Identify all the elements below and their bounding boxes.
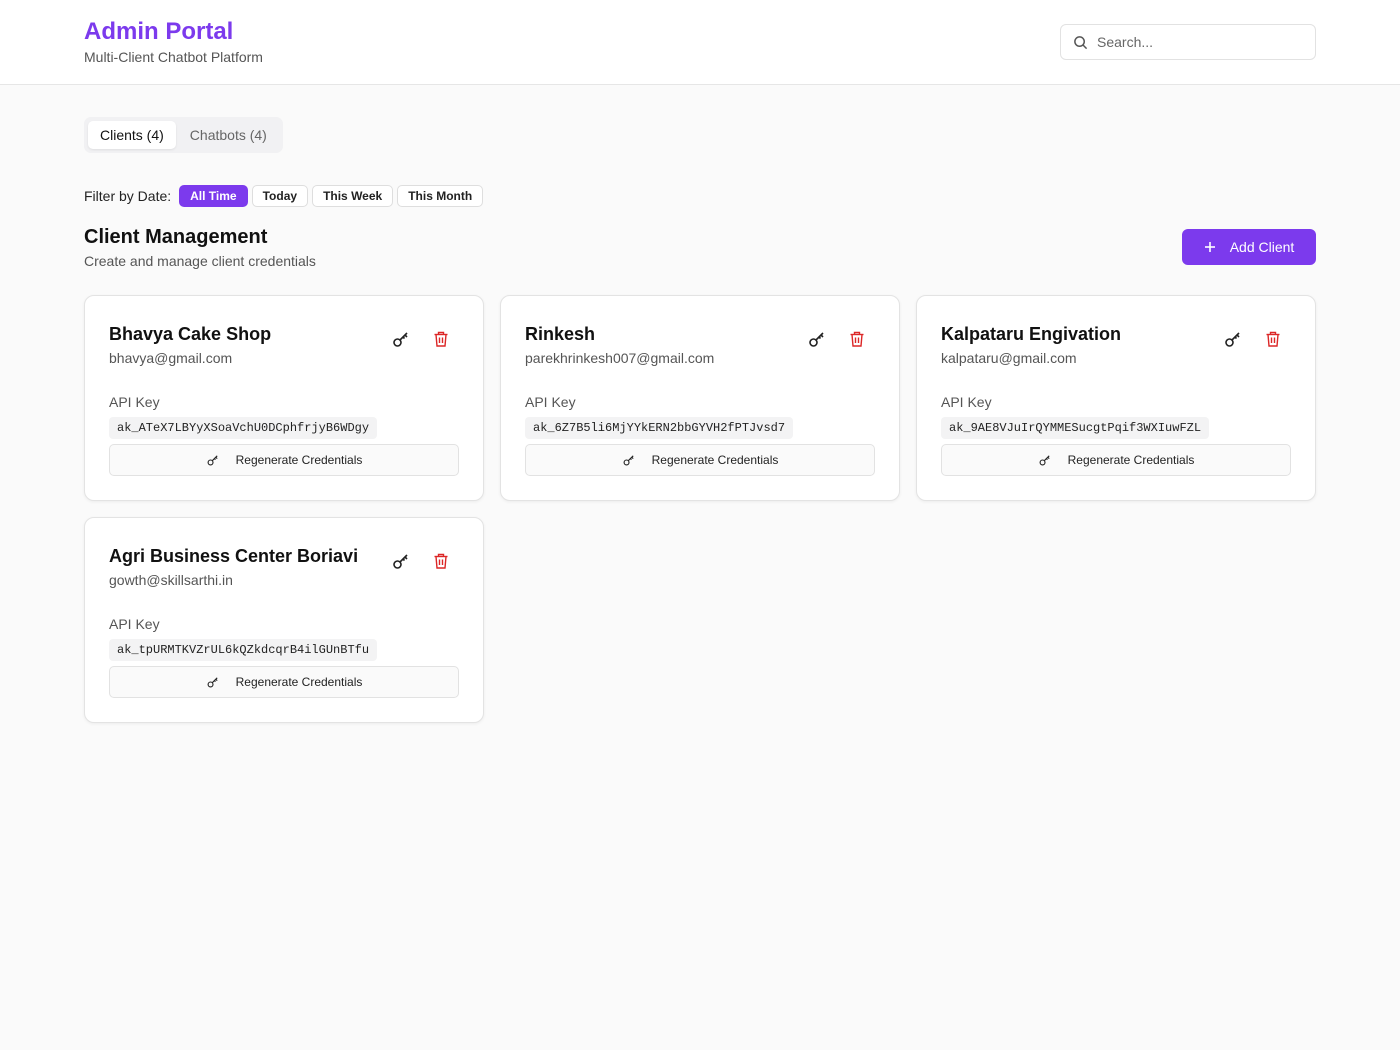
api-key-label: API Key xyxy=(109,394,160,410)
client-email: parekhrinkesh007@gmail.com xyxy=(525,350,715,366)
key-icon xyxy=(393,554,408,569)
client-email: kalpataru@gmail.com xyxy=(941,350,1077,366)
client-email: bhavya@gmail.com xyxy=(109,350,233,366)
api-key-value: ak_ATeX7LBYyXSoaVchU0DCphfrjyB6WDgy xyxy=(109,417,378,439)
client-email: gowth@skillsarthi.in xyxy=(109,572,233,588)
add-client-button[interactable]: Add Client xyxy=(1182,229,1316,265)
tab-chatbots[interactable]: Chatbots (4) xyxy=(178,121,279,149)
client-card: Rinkesh parekhrinkesh007@gmail.com API K… xyxy=(500,295,900,501)
filter-this-week-button[interactable]: This Week xyxy=(312,185,394,207)
regenerate-credentials-button[interactable]: Regenerate Credentials xyxy=(109,444,459,476)
trash-icon xyxy=(1266,331,1280,347)
trash-icon xyxy=(434,331,448,347)
delete-client-button[interactable] xyxy=(431,329,451,349)
client-name: Bhavya Cake Shop xyxy=(109,324,272,344)
api-key-value: ak_tpURMTKVZrUL6kQZkdcqrB4ilGUnBTfu xyxy=(109,639,378,661)
view-credentials-button[interactable] xyxy=(807,329,827,349)
filter-label: Filter by Date: xyxy=(84,188,172,204)
trash-icon xyxy=(434,553,448,569)
tab-clients[interactable]: Clients (4) xyxy=(88,121,176,149)
view-credentials-button[interactable] xyxy=(391,329,411,349)
key-icon xyxy=(1039,455,1050,466)
top-header: Admin Portal Multi-Client Chatbot Platfo… xyxy=(0,0,1400,85)
client-name: Agri Business Center Boriavi xyxy=(109,546,359,566)
api-key-label: API Key xyxy=(109,616,160,632)
view-credentials-button[interactable] xyxy=(391,551,411,571)
client-card: Agri Business Center Boriavi gowth@skill… xyxy=(84,517,484,723)
regenerate-credentials-button[interactable]: Regenerate Credentials xyxy=(941,444,1291,476)
api-key-label: API Key xyxy=(525,394,576,410)
date-filter: Filter by Date: All Time Today This Week… xyxy=(84,185,487,207)
key-icon xyxy=(1225,332,1240,347)
search-icon xyxy=(1074,35,1088,49)
key-icon xyxy=(207,455,218,466)
filter-all-time-button[interactable]: All Time xyxy=(179,185,248,207)
key-icon xyxy=(207,677,218,688)
key-icon xyxy=(809,332,824,347)
app-title: Admin Portal xyxy=(84,18,234,45)
api-key-value: ak_6Z7B5li6MjYYkERN2bbGYVH2fPTJvsd7 xyxy=(525,417,794,439)
search-box[interactable] xyxy=(1060,24,1316,60)
delete-client-button[interactable] xyxy=(1263,329,1283,349)
key-icon xyxy=(393,332,408,347)
add-client-label: Add Client xyxy=(1229,239,1295,255)
client-card: Bhavya Cake Shop bhavya@gmail.com API Ke… xyxy=(84,295,484,501)
filter-today-button[interactable]: Today xyxy=(251,185,309,207)
client-name: Kalpataru Engivation xyxy=(941,324,1122,344)
filter-this-month-button[interactable]: This Month xyxy=(397,185,484,207)
api-key-label: API Key xyxy=(941,394,992,410)
regenerate-label: Regenerate Credentials xyxy=(235,675,363,689)
key-icon xyxy=(623,455,634,466)
plus-icon xyxy=(1204,242,1215,252)
trash-icon xyxy=(850,331,864,347)
client-name: Rinkesh xyxy=(525,324,596,344)
client-card: Kalpataru Engivation kalpataru@gmail.com… xyxy=(916,295,1316,501)
section-subtitle: Create and manage client credentials xyxy=(84,253,316,269)
delete-client-button[interactable] xyxy=(847,329,867,349)
section-header: Client Management Create and manage clie… xyxy=(84,226,316,269)
brand: Admin Portal Multi-Client Chatbot Platfo… xyxy=(84,17,263,65)
tab-list: Clients (4) Chatbots (4) xyxy=(84,117,283,153)
api-key-value: ak_9AE8VJuIrQYMMESucgtPqif3WXIuwFZL xyxy=(941,417,1210,439)
search-input[interactable] xyxy=(1097,34,1297,50)
regenerate-credentials-button[interactable]: Regenerate Credentials xyxy=(109,666,459,698)
delete-client-button[interactable] xyxy=(431,551,451,571)
regenerate-label: Regenerate Credentials xyxy=(235,453,363,467)
section-title: Client Management xyxy=(84,226,268,248)
regenerate-label: Regenerate Credentials xyxy=(651,453,779,467)
app-subtitle: Multi-Client Chatbot Platform xyxy=(84,49,263,65)
view-credentials-button[interactable] xyxy=(1223,329,1243,349)
regenerate-credentials-button[interactable]: Regenerate Credentials xyxy=(525,444,875,476)
regenerate-label: Regenerate Credentials xyxy=(1067,453,1195,467)
